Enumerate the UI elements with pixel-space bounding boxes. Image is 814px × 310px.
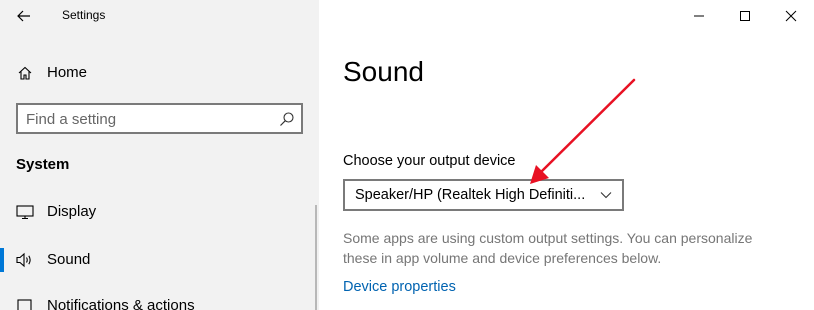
output-device-dropdown[interactable]: Speaker/HP (Realtek High Definiti... [343, 179, 624, 211]
sidebar-item-home[interactable]: Home [0, 58, 319, 88]
device-properties-link[interactable]: Device properties [343, 279, 456, 295]
custom-output-info: Some apps are using custom output settin… [343, 230, 753, 266]
display-icon [16, 205, 34, 220]
home-icon [18, 66, 32, 80]
sidebar-item-label: Notifications & actions [47, 297, 195, 310]
sidebar-scrollbar[interactable] [315, 205, 317, 310]
main-content: Sound Choose your output device Speaker/… [319, 0, 814, 310]
notifications-icon [17, 299, 32, 310]
search-input[interactable] [26, 109, 276, 129]
speaker-icon [16, 252, 31, 268]
page-title: Sound [343, 56, 424, 87]
window-title: Settings [62, 8, 106, 22]
selection-indicator [0, 248, 4, 272]
close-button[interactable] [768, 0, 814, 32]
maximize-button[interactable] [722, 0, 768, 32]
dropdown-selected-value: Speaker/HP (Realtek High Definiti... [355, 187, 586, 203]
sidebar-item-notifications[interactable]: Notifications & actions [0, 288, 319, 310]
sidebar-item-label: Sound [47, 251, 91, 268]
chevron-down-icon [600, 192, 612, 199]
minimize-button[interactable] [676, 0, 722, 32]
minimize-icon [694, 15, 704, 17]
sidebar: Settings Home System Display Sound [0, 0, 319, 310]
back-arrow-icon [17, 10, 30, 22]
sidebar-item-sound[interactable]: Sound [0, 242, 319, 278]
search-icon[interactable] [279, 111, 295, 127]
sidebar-item-label: Home [47, 64, 88, 81]
sidebar-item-label: Display [47, 203, 97, 220]
output-device-label: Choose your output device [343, 153, 516, 169]
close-icon [785, 10, 797, 22]
sidebar-item-display[interactable]: Display [0, 194, 319, 230]
back-button[interactable] [8, 2, 40, 30]
search-box[interactable] [16, 103, 303, 134]
section-title: System [16, 156, 70, 173]
window-controls [676, 0, 814, 32]
maximize-icon [740, 11, 750, 21]
